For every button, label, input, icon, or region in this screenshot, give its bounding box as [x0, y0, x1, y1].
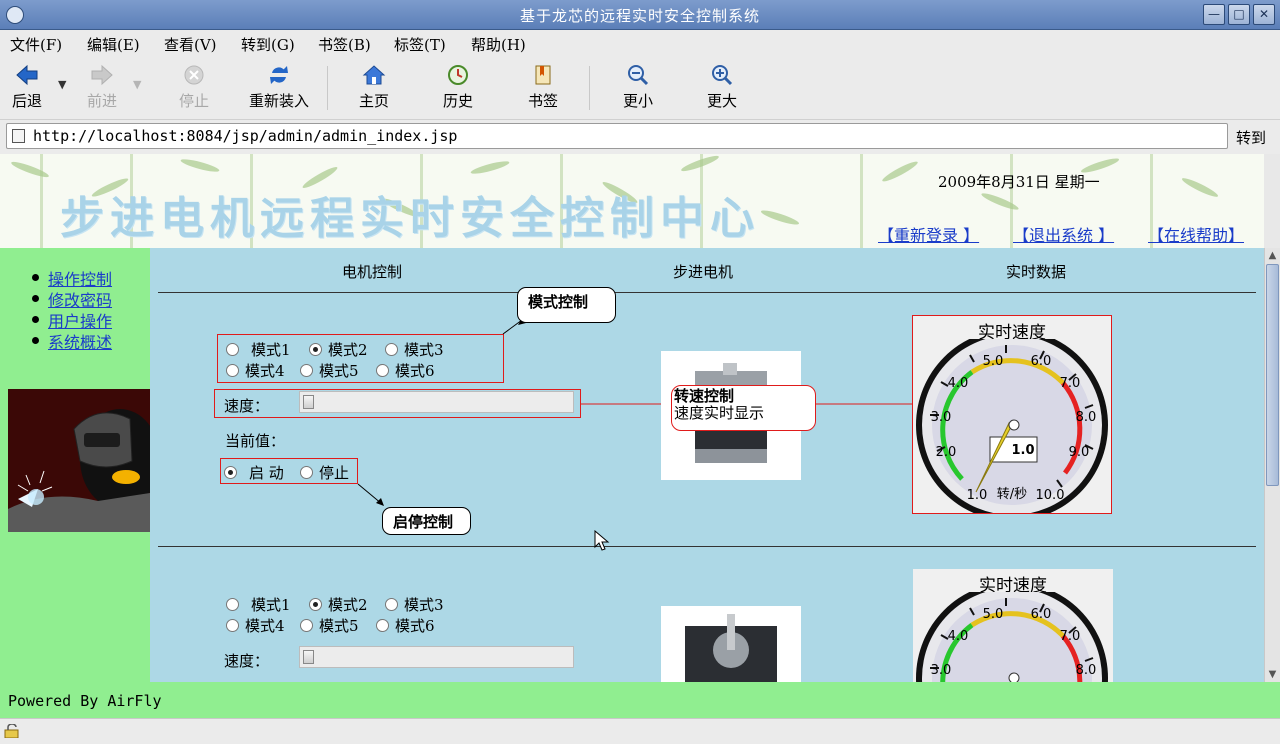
mode-control-callout: 模式控制	[517, 287, 616, 323]
speed-gauge: 1.0 2.0 3.0 4.0 5.0 6.0 7.0 8.0 9.0 10.0…	[916, 339, 1108, 513]
panel-divider	[158, 546, 1256, 547]
menu-view[interactable]: 查看(V)	[164, 34, 217, 55]
page-scrollbar[interactable]: ▲ ▼	[1264, 248, 1280, 682]
menu-tabs[interactable]: 标签(T)	[394, 34, 446, 55]
gauge-tick-6: 6.0	[1031, 354, 1052, 369]
current-date: 2009年8月31日 星期一	[938, 173, 1100, 191]
mode4-radio-2[interactable]: 模式4	[226, 615, 285, 636]
gauge-value: 1.0	[1011, 443, 1034, 458]
powered-by-text: Powered By AirFly	[8, 692, 162, 710]
gauge2-tick-4: 4.0	[948, 629, 969, 644]
gauge2-tick-7: 7.0	[1060, 629, 1081, 644]
stepper-motor-image-2	[661, 606, 801, 682]
scroll-down-arrow-icon[interactable]: ▼	[1265, 667, 1280, 682]
zoom-in-icon	[712, 65, 733, 86]
stop-button[interactable]: 停止	[176, 64, 212, 111]
home-button[interactable]: 主页	[357, 64, 391, 111]
speed-gauge-panel-2: 实时速度 3.0 4.0 5.0 6.0 7.0 8.0	[913, 569, 1113, 682]
history-button[interactable]: 历史	[441, 64, 475, 111]
gauge-tick-3: 3.0	[931, 410, 952, 425]
zoom-in-button[interactable]: 更大	[705, 64, 739, 111]
gauge-tick-5: 5.0	[983, 354, 1004, 369]
gauge-tick-4: 4.0	[948, 376, 969, 391]
back-arrow-icon	[16, 64, 38, 86]
menu-file[interactable]: 文件(F)	[10, 34, 62, 55]
reload-button[interactable]: 重新装入	[243, 64, 315, 111]
security-lock-icon[interactable]	[4, 724, 20, 738]
mode3-radio-2[interactable]: 模式3	[385, 594, 444, 615]
menu-go[interactable]: 转到(G)	[241, 34, 295, 55]
scroll-up-arrow-icon[interactable]: ▲	[1265, 248, 1280, 263]
window-title: 基于龙芯的远程实时安全控制系统	[519, 7, 760, 25]
url-input[interactable]: http://localhost:8084/jsp/admin/admin_in…	[6, 123, 1228, 149]
gauge-tick-9: 9.0	[1069, 445, 1090, 460]
gauge-tick-2: 2.0	[936, 445, 957, 460]
mode5-radio-2[interactable]: 模式5	[300, 615, 359, 636]
gauge-tick-7: 7.0	[1060, 376, 1081, 391]
gauge2-tick-8: 8.0	[1076, 663, 1097, 678]
scrollbar-thumb[interactable]	[1266, 264, 1279, 486]
menu-help[interactable]: 帮助(H)	[471, 34, 526, 55]
gauge2-tick-6: 6.0	[1031, 607, 1052, 622]
gauge-tick-8: 8.0	[1076, 410, 1097, 425]
sidebar-link-system-overview[interactable]: 系统概述	[48, 329, 112, 353]
online-help-link[interactable]: 【在线帮助】	[1148, 222, 1244, 246]
gauge2-tick-3: 3.0	[931, 663, 952, 678]
speed-control-callout: 转速控制 速度实时显示	[671, 385, 816, 431]
speed-gauge-panel: 实时速度 1.0 2.0 3.0 4.0 5.0 6.0 7.0 8.0 9.0…	[912, 315, 1112, 514]
toolbar-separator	[589, 66, 590, 110]
bookmark-icon	[535, 65, 551, 85]
banner-title: 步进电机远程实时安全控制中心	[60, 193, 760, 244]
speed-gauge-2: 3.0 4.0 5.0 6.0 7.0 8.0	[916, 592, 1108, 682]
address-bar: http://localhost:8084/jsp/admin/admin_in…	[0, 120, 1280, 154]
page-footer: Powered By AirFly	[0, 682, 1280, 718]
banner: 步进电机远程实时安全控制中心 2009年8月31日 星期一 【重新登录 】 【退…	[0, 154, 1264, 248]
close-button[interactable]: ✕	[1253, 4, 1275, 25]
forward-arrow-icon	[91, 64, 113, 86]
mode2-radio-2[interactable]: 模式2	[309, 594, 368, 615]
menu-edit[interactable]: 编辑(E)	[87, 34, 140, 55]
start-stop-control-callout: 启停控制	[382, 507, 471, 535]
zoom-out-icon	[628, 65, 649, 86]
back-button[interactable]: 后退	[9, 64, 45, 111]
relogin-link[interactable]: 【重新登录 】	[878, 222, 979, 246]
window-titlebar: 基于龙芯的远程实时安全控制系统 — □ ✕	[0, 0, 1280, 30]
sidebar: 操作控制 修改密码 用户操作 系统概述	[0, 248, 150, 682]
main-content: 电机控制 步进电机 实时数据 模式1 模式2 模式3 模式4 模式5 模式6 速…	[150, 248, 1264, 682]
reload-icon	[270, 66, 288, 84]
home-icon	[362, 65, 386, 85]
web-page: 步进电机远程实时安全控制中心 2009年8月31日 星期一 【重新登录 】 【退…	[0, 154, 1264, 682]
page-icon	[12, 129, 25, 143]
gauge-tick-10: 10.0	[1036, 488, 1065, 503]
gauge2-tick-5: 5.0	[983, 607, 1004, 622]
menu-bookmarks[interactable]: 书签(B)	[318, 34, 371, 55]
mode6-radio-2[interactable]: 模式6	[376, 615, 435, 636]
mouse-cursor-icon	[594, 530, 610, 551]
toolbar: 后退 ▼ 前进 ▼ 停止 重新装入 主页 历史 书签 更小 更大	[0, 56, 1280, 120]
go-button[interactable]: 转到	[1236, 127, 1266, 148]
stop-icon	[184, 65, 204, 85]
logout-link[interactable]: 【退出系统 】	[1013, 222, 1114, 246]
status-bar	[0, 718, 1280, 744]
forward-history-chevron-icon[interactable]: ▼	[133, 78, 141, 91]
minimize-button[interactable]: —	[1203, 4, 1225, 25]
back-history-chevron-icon[interactable]: ▼	[58, 78, 66, 91]
bookmarks-button[interactable]: 书签	[526, 64, 560, 111]
maximize-button[interactable]: □	[1228, 4, 1250, 25]
toolbar-separator	[327, 66, 328, 110]
speed-label-2: 速度：	[224, 652, 270, 670]
speed-slider-2[interactable]	[299, 646, 574, 668]
history-clock-icon	[448, 65, 468, 85]
welder-mascot-image	[8, 389, 150, 532]
forward-button[interactable]: 前进	[84, 64, 120, 111]
zoom-out-button[interactable]: 更小	[621, 64, 655, 111]
gauge-unit: 转/秒	[997, 487, 1027, 502]
mode1-radio-2[interactable]: 模式1	[226, 594, 291, 615]
menubar: 文件(F) 编辑(E) 查看(V) 转到(G) 书签(B) 标签(T) 帮助(H…	[0, 30, 1280, 56]
speed-slider-thumb-2[interactable]	[303, 650, 314, 664]
